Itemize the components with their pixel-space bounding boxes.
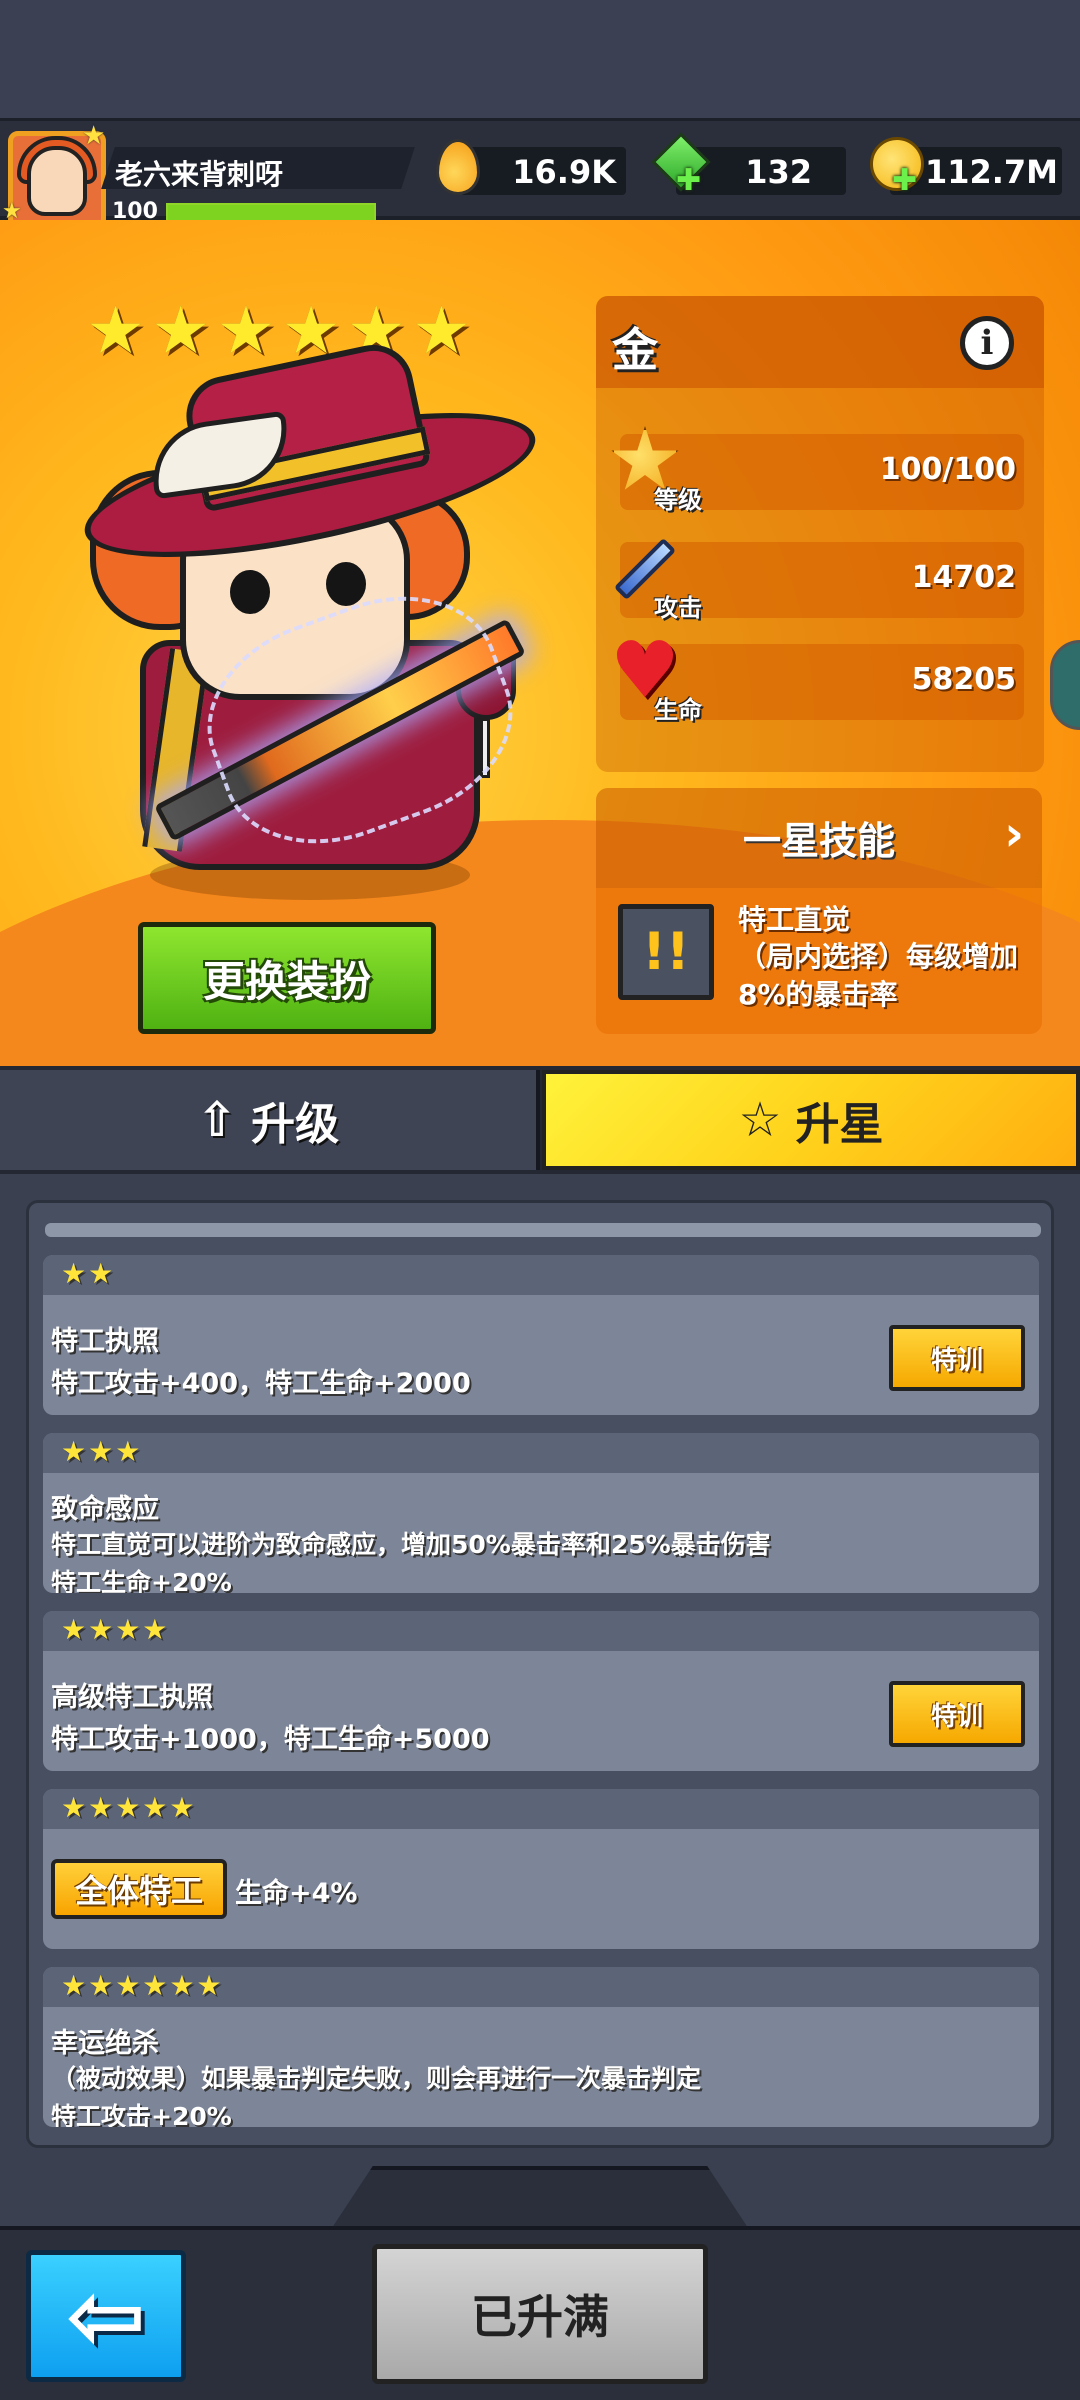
- list-item: ★★★★ 高级特工执照 特工攻击+1000，特工生命+5000 特训: [43, 1611, 1039, 1771]
- list-item: ★★★★★★ 幸运绝杀 （被动效果）如果暴击判定失败，则会再进行一次暴击判定 特…: [43, 1967, 1039, 2127]
- hero-eye-left: [230, 570, 270, 614]
- avatar-face: [27, 146, 87, 216]
- xp-fill: [168, 205, 374, 221]
- level-stat-value: 100/100: [879, 452, 1016, 487]
- card-star-rating: ★★★★★: [61, 1791, 197, 1824]
- avatar-star-icon: ★: [82, 121, 106, 151]
- stats-header: 金 i: [596, 296, 1044, 388]
- coin-value: 112.7M: [924, 153, 1058, 191]
- train-button[interactable]: 特训: [889, 1681, 1025, 1747]
- card-star-rating: ★★★★★★: [61, 1969, 224, 2002]
- card-star-rating: ★★★: [61, 1435, 143, 1468]
- level-stat-row: 等级 100/100: [611, 426, 1024, 514]
- attack-stat-row: 攻击 14702: [613, 537, 1024, 622]
- card-header: ★★★★: [43, 1611, 1039, 1651]
- card-effect: 特工攻击+400，特工生命+2000: [51, 1368, 471, 1399]
- info-icon[interactable]: i: [960, 316, 1014, 370]
- change-outfit-button[interactable]: 更换装扮: [138, 922, 436, 1034]
- maxed-button[interactable]: 已升满: [372, 2244, 708, 2384]
- card-effect-extra: 特工生命+20%: [51, 1568, 232, 1593]
- hp-stat-label: 生命: [654, 696, 702, 724]
- card-effect: 生命+4%: [235, 1878, 358, 1909]
- hero-eye-right: [326, 562, 366, 606]
- train-button[interactable]: 特训: [889, 1325, 1025, 1391]
- card-title: 幸运绝杀: [51, 2028, 159, 2059]
- tab-upgrade[interactable]: ⇧ 升级: [0, 1070, 540, 1170]
- player-name: 老六来背刺呀: [115, 158, 284, 191]
- stats-panel: 金 i 等级 100/100 攻击 14702 ♥ 生命 58205: [596, 296, 1044, 772]
- skill-name: 特工直觉: [738, 903, 851, 936]
- list-item: ★★★ 致命感应 特工直觉可以进阶为致命感应，增加50%暴击率和25%暴击伤害 …: [43, 1433, 1039, 1593]
- player-hud: ★ ★ 老六来背刺呀 100 16.9K 132 ✚ 112.7M ✚: [0, 118, 1080, 229]
- energy-counter[interactable]: 16.9K: [460, 147, 626, 195]
- card-title: 特工执照: [51, 1326, 159, 1357]
- card-header: ★★: [43, 1255, 1039, 1295]
- rarity-label: 金: [612, 323, 658, 377]
- star-icon: ☆: [738, 1092, 782, 1148]
- gem-value: 132: [745, 153, 812, 191]
- attack-stat-value: 14702: [911, 560, 1016, 595]
- hero-character[interactable]: [73, 337, 547, 910]
- arrow-left-icon: ⇦: [65, 2260, 147, 2372]
- level-stat-label: 等级: [654, 486, 702, 514]
- card-effect: （被动效果）如果暴击判定失败，则会再进行一次暴击判定: [51, 2064, 702, 2093]
- arrow-up-icon: ⇧: [196, 1092, 238, 1148]
- skill-title: 一星技能: [742, 819, 895, 863]
- exclamation-skill-icon[interactable]: !!: [618, 904, 714, 1000]
- skill-card: !! 特工直觉 （局内选择）每级增加8%的暴击率: [596, 888, 1042, 1034]
- star-up-list[interactable]: ★★ 特工执照 特工攻击+400，特工生命+2000 特训 ★★★ 致命感应 特…: [26, 1200, 1054, 2148]
- skill-header[interactable]: 一星技能 ›: [596, 788, 1042, 888]
- hp-stat-value: 58205: [911, 662, 1016, 697]
- hero-showcase: ★★★★★★ 更换装扮 金 i 等级 100/100 攻击 14702 ♥ 生命…: [0, 220, 1080, 1068]
- side-tab-handle[interactable]: [1050, 640, 1080, 730]
- card-star-rating: ★★: [61, 1257, 116, 1290]
- card-title: 高级特工执照: [51, 1682, 213, 1713]
- card-header: ★★★★★★: [43, 1967, 1039, 2007]
- tab-bar: ⇧ 升级 ☆ 升星: [0, 1066, 1080, 1174]
- all-agents-badge: 全体特工: [51, 1859, 227, 1919]
- card-effect-extra: 特工攻击+20%: [51, 2102, 232, 2127]
- card-header: ★★★★★: [43, 1789, 1039, 1829]
- hp-stat-row: ♥ 生命 58205: [610, 632, 1024, 724]
- tab-upgrade-label: 升级: [251, 1099, 340, 1150]
- add-coins-icon[interactable]: ✚: [892, 163, 917, 198]
- add-gems-icon[interactable]: ✚: [676, 163, 701, 198]
- list-item: ★★ 特工执照 特工攻击+400，特工生命+2000 特训: [43, 1255, 1039, 1415]
- energy-value: 16.9K: [512, 153, 616, 191]
- list-item: ★★★★★ 全体特工 生命+4%: [43, 1789, 1039, 1949]
- card-star-rating: ★★★★: [61, 1613, 170, 1646]
- tab-star-up[interactable]: ☆ 升星: [542, 1070, 1080, 1170]
- attack-stat-label: 攻击: [654, 594, 702, 622]
- chevron-right-icon: ›: [1004, 806, 1024, 862]
- list-top-divider: [45, 1223, 1041, 1237]
- skill-description: （局内选择）每级增加8%的暴击率: [738, 940, 1019, 1011]
- card-effect: 特工攻击+1000，特工生命+5000: [51, 1724, 490, 1755]
- card-title: 致命感应: [51, 1494, 159, 1525]
- card-effect: 特工直觉可以进阶为致命感应，增加50%暴击率和25%暴击伤害: [51, 1530, 771, 1559]
- tab-star-up-label: 升星: [795, 1099, 884, 1150]
- back-button[interactable]: ⇦: [26, 2250, 186, 2382]
- status-area: [0, 0, 1080, 120]
- card-header: ★★★: [43, 1433, 1039, 1473]
